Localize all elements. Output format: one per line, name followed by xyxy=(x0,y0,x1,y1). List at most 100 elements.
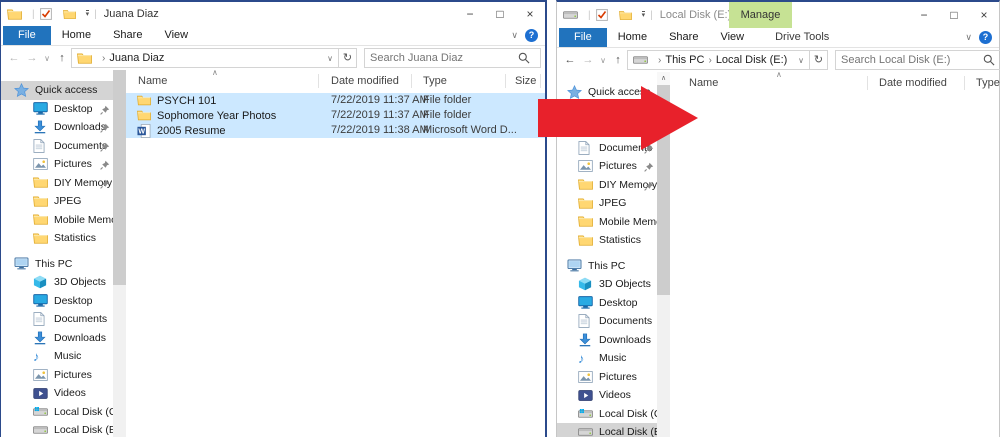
sidebar-item-diy-memory-lab[interactable]: DIY Memory Lab xyxy=(557,176,657,195)
nav-scrollbar[interactable] xyxy=(113,70,126,437)
sidebar-item-local-disk-c-[interactable]: Local Disk (C:) xyxy=(557,405,657,424)
minimize-button[interactable]: − xyxy=(909,2,939,28)
sidebar-item-downloads[interactable]: Downloads xyxy=(1,329,113,348)
folder-icon xyxy=(77,51,93,66)
sidebar-item-downloads[interactable]: Downloads xyxy=(1,118,113,137)
sidebar-item-3d-objects[interactable]: 3D Objects xyxy=(1,273,113,292)
properties-checkbox-icon[interactable] xyxy=(596,8,609,23)
monitor-icon xyxy=(33,101,49,116)
sidebar-item-videos[interactable]: Videos xyxy=(557,386,657,405)
address-box[interactable]: ›This PC›Local Disk (E:) ∨ xyxy=(627,50,810,70)
recent-locations-icon[interactable]: ∨ xyxy=(597,56,609,65)
tab-file[interactable]: File xyxy=(3,26,51,45)
ribbon-collapse-icon[interactable]: ∨ xyxy=(511,30,518,41)
search-icon[interactable] xyxy=(518,51,530,66)
column-header-size[interactable]: Size xyxy=(515,75,536,87)
tab-home[interactable]: Home xyxy=(607,28,658,47)
address-box[interactable]: ›Juana Diaz ∨ xyxy=(71,48,339,68)
forward-icon[interactable]: → xyxy=(579,54,597,66)
recent-locations-icon[interactable]: ∨ xyxy=(41,54,53,63)
scrollbar-thumb[interactable] xyxy=(113,70,126,285)
sidebar-item-label: Statistics xyxy=(599,234,641,246)
sidebar-item-statistics[interactable]: Statistics xyxy=(557,231,657,250)
sidebar-item-pictures[interactable]: Pictures xyxy=(1,155,113,174)
tab-drive-tools[interactable]: Drive Tools xyxy=(764,28,840,47)
column-header-date-modified[interactable]: Date modified xyxy=(879,77,947,89)
sidebar-item-pictures[interactable]: Pictures xyxy=(557,157,657,176)
sidebar-item-music[interactable]: ♪Music xyxy=(557,349,657,368)
new-folder-icon[interactable] xyxy=(63,7,76,22)
quick-access-toolbar-dropdown-icon[interactable]: ▾ xyxy=(86,10,90,18)
sidebar-item-this-pc[interactable]: This PC xyxy=(557,257,657,276)
titlebar[interactable]: | ▾ | Juana Diaz − □ × xyxy=(1,2,545,26)
sidebar-item-desktop[interactable]: Desktop xyxy=(1,292,113,311)
up-icon[interactable]: ↑ xyxy=(53,52,71,64)
maximize-button[interactable]: □ xyxy=(939,2,969,28)
help-icon[interactable]: ? xyxy=(525,29,538,42)
sidebar-item-quick-access[interactable]: Quick access xyxy=(1,81,113,100)
sidebar-item-desktop[interactable]: Desktop xyxy=(557,294,657,313)
forward-icon[interactable]: → xyxy=(23,52,41,64)
up-icon[interactable]: ↑ xyxy=(609,54,627,66)
sidebar-item-this-pc[interactable]: This PC xyxy=(1,255,113,274)
tab-view[interactable]: View xyxy=(153,26,199,45)
manage-contextual-tab[interactable]: Manage xyxy=(729,2,792,28)
sidebar-item-jpeg[interactable]: JPEG xyxy=(557,194,657,213)
tab-file[interactable]: File xyxy=(559,28,607,47)
scrollbar-up-icon[interactable]: ∧ xyxy=(657,72,670,85)
tab-view[interactable]: View xyxy=(709,28,755,47)
window-title: Juana Diaz xyxy=(104,8,159,20)
address-dropdown-icon[interactable]: ∨ xyxy=(798,56,804,65)
address-dropdown-icon[interactable]: ∨ xyxy=(327,54,333,63)
refresh-icon[interactable]: ↻ xyxy=(810,50,828,70)
sidebar-item-music[interactable]: ♪Music xyxy=(1,347,113,366)
sidebar-item-3d-objects[interactable]: 3D Objects xyxy=(557,275,657,294)
breadcrumb[interactable]: Juana Diaz xyxy=(109,52,164,64)
column-header-date-modified[interactable]: Date modified xyxy=(331,75,399,87)
sidebar-item-diy-memory-lab[interactable]: DIY Memory Lab xyxy=(1,174,113,193)
sidebar-item-downloads[interactable]: Downloads xyxy=(557,331,657,350)
download-icon xyxy=(33,330,49,345)
tab-share[interactable]: Share xyxy=(102,26,153,45)
back-icon[interactable]: ← xyxy=(5,52,23,64)
search-icon[interactable] xyxy=(983,53,995,68)
sidebar-item-mobile-memory[interactable]: Mobile Memory xyxy=(1,211,113,230)
sidebar-item-desktop[interactable]: Desktop xyxy=(1,100,113,119)
sidebar-item-documents[interactable]: Documents xyxy=(1,137,113,156)
sidebar-item-documents[interactable]: Documents xyxy=(557,312,657,331)
file-row[interactable]: W2005 Resume7/22/2019 11:38 AMMicrosoft … xyxy=(126,123,545,138)
breadcrumb[interactable]: This PC xyxy=(665,54,704,66)
minimize-button[interactable]: − xyxy=(455,2,485,26)
column-header-type[interactable]: Type xyxy=(423,75,447,87)
sidebar-item-pictures[interactable]: Pictures xyxy=(1,366,113,385)
breadcrumb[interactable]: Local Disk (E:) xyxy=(716,54,788,66)
titlebar[interactable]: | ▾ | Local Disk (E:) Manage − □ × xyxy=(557,2,999,28)
properties-checkbox-icon[interactable] xyxy=(40,7,53,22)
sidebar-item-statistics[interactable]: Statistics xyxy=(1,229,113,248)
back-icon[interactable]: ← xyxy=(561,54,579,66)
help-icon[interactable]: ? xyxy=(979,31,992,44)
tab-share[interactable]: Share xyxy=(658,28,709,47)
sidebar-item-pictures[interactable]: Pictures xyxy=(557,368,657,387)
refresh-icon[interactable]: ↻ xyxy=(339,48,357,68)
sidebar-item-jpeg[interactable]: JPEG xyxy=(1,192,113,211)
column-header-type[interactable]: Type xyxy=(976,77,1000,89)
new-folder-icon[interactable] xyxy=(619,8,632,23)
sidebar-item-local-disk-c-[interactable]: Local Disk (C:) xyxy=(1,403,113,422)
search-input[interactable] xyxy=(841,54,983,66)
search-input[interactable] xyxy=(370,52,518,64)
quick-access-toolbar-dropdown-icon[interactable]: ▾ xyxy=(642,11,646,19)
sidebar-item-local-disk-e-[interactable]: Local Disk (E:) xyxy=(1,421,113,437)
maximize-button[interactable]: □ xyxy=(485,2,515,26)
sidebar-item-mobile-memory[interactable]: Mobile Memory xyxy=(557,213,657,232)
close-button[interactable]: × xyxy=(969,2,999,28)
sidebar-item-documents[interactable]: Documents xyxy=(1,310,113,329)
file-row[interactable]: PSYCH 1017/22/2019 11:37 AMFile folder xyxy=(126,93,545,108)
column-header-name[interactable]: Name xyxy=(138,75,167,87)
file-row[interactable]: Sophomore Year Photos7/22/2019 11:37 AMF… xyxy=(126,108,545,123)
sidebar-item-local-disk-e-[interactable]: Local Disk (E:) xyxy=(557,423,657,437)
ribbon-collapse-icon[interactable]: ∨ xyxy=(965,32,972,43)
sidebar-item-videos[interactable]: Videos xyxy=(1,384,113,403)
tab-home[interactable]: Home xyxy=(51,26,102,45)
close-button[interactable]: × xyxy=(515,2,545,26)
